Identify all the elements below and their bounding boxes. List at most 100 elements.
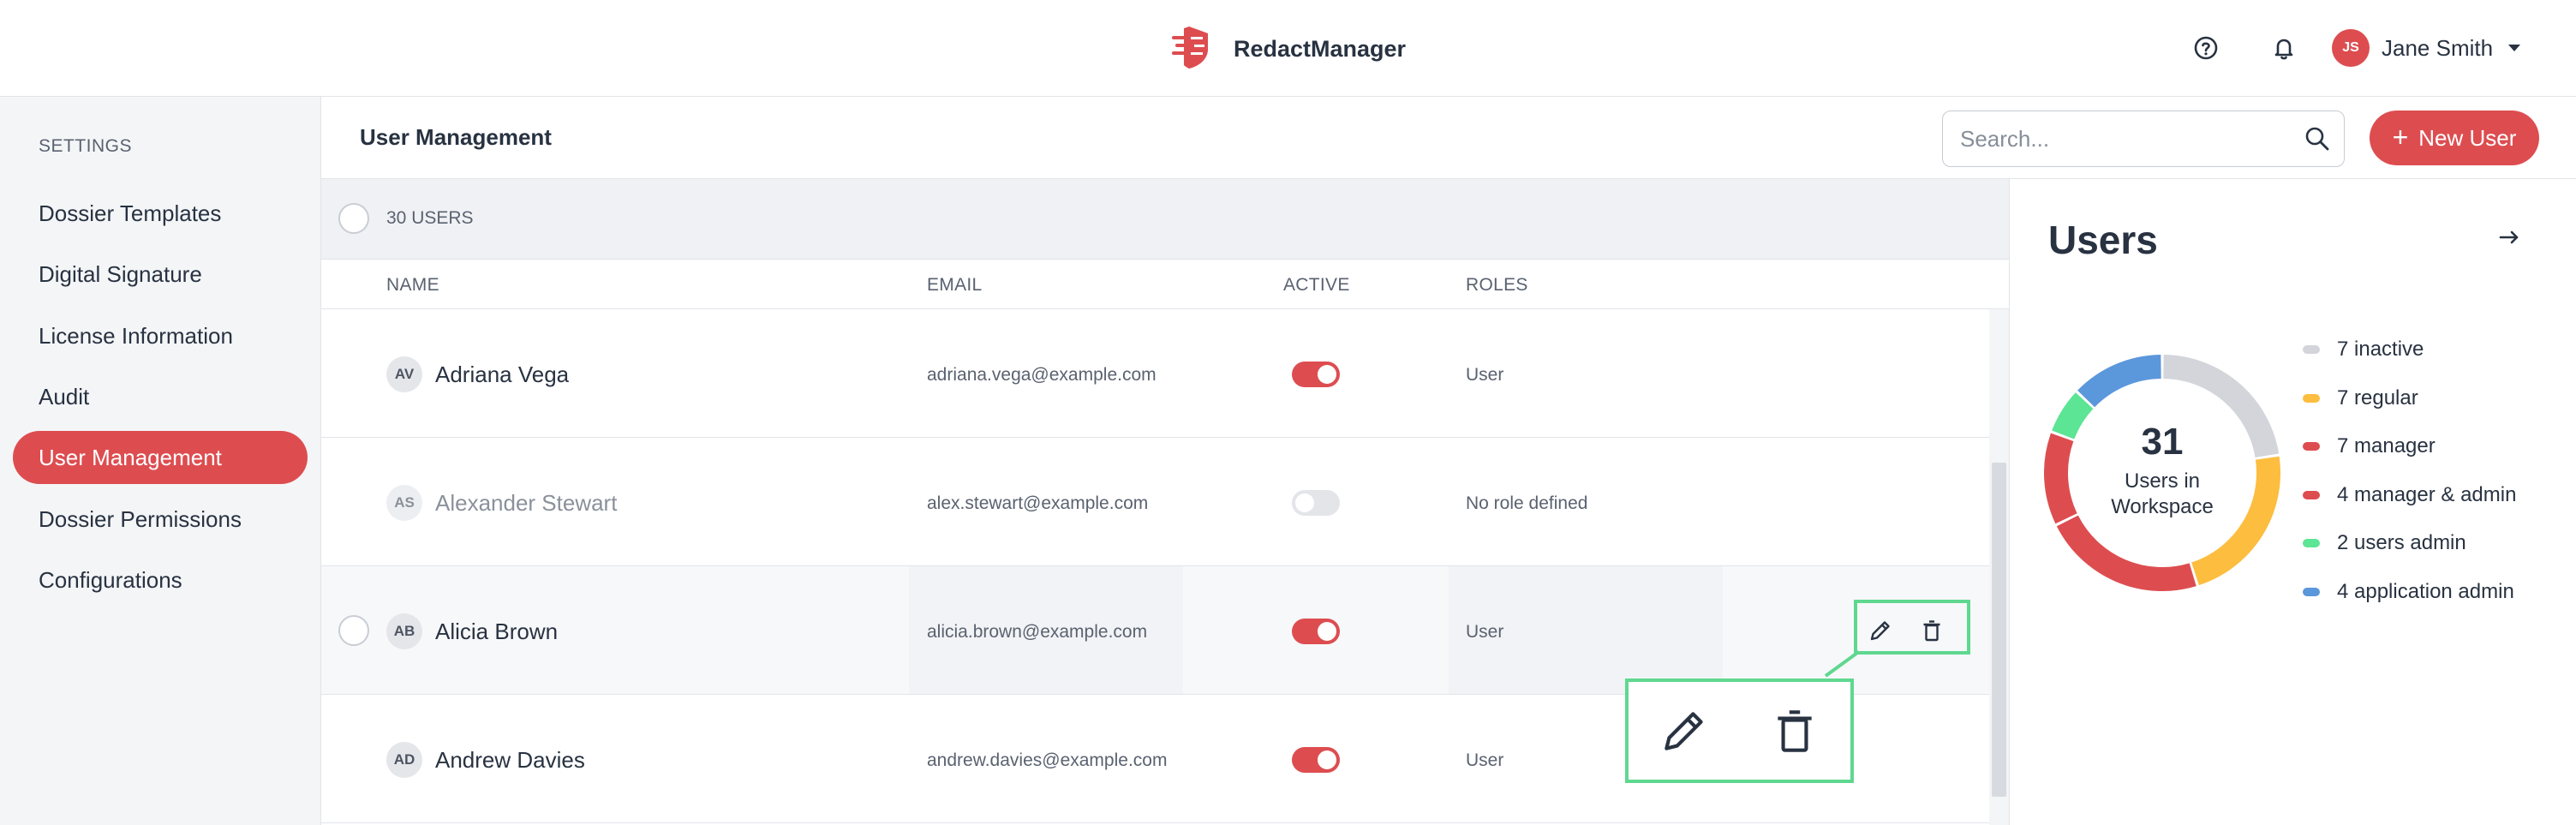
settings-sidebar: SETTINGS Dossier Templates Digital Signa… [0, 97, 321, 825]
user-role: User [1466, 750, 1504, 770]
legend-label: 7 inactive [2337, 338, 2424, 361]
active-toggle[interactable] [1292, 619, 1340, 644]
legend-label: 7 manager [2337, 434, 2436, 457]
highlight-box [1854, 600, 1970, 655]
user-email: alex.stewart@example.com [927, 493, 1149, 513]
column-header-roles[interactable]: ROLES [1466, 275, 1528, 296]
user-name: Alicia Brown [435, 619, 559, 644]
pencil-icon [1629, 682, 1740, 780]
donut-segment-2 [2056, 515, 2196, 591]
page-title: User Management [360, 124, 552, 150]
legend-item[interactable]: 4 manager & admin [2303, 480, 2560, 511]
sidebar-item-dossier-permissions[interactable]: Dossier Permissions [13, 493, 308, 546]
search-input[interactable] [1960, 111, 2294, 166]
search-icon[interactable] [2303, 124, 2332, 153]
active-toggle[interactable] [1292, 747, 1340, 773]
bell-icon[interactable] [2268, 32, 2300, 64]
sidebar-item-user-management[interactable]: User Management [13, 431, 308, 484]
row-checkbox[interactable] [338, 615, 369, 646]
legend-swatch [2303, 345, 2320, 354]
arrow-right-icon[interactable] [2494, 222, 2525, 253]
sidebar-item-configurations[interactable]: Configurations [13, 553, 308, 607]
column-header-active[interactable]: ACTIVE [1283, 275, 1350, 296]
stats-title: Users [2048, 218, 2158, 262]
user-email: alicia.brown@example.com [927, 622, 1148, 642]
select-all-checkbox[interactable] [338, 203, 369, 234]
trash-icon [1740, 682, 1851, 780]
donut-center: 31 Users in Workspace [2044, 421, 2280, 520]
toggle-knob [1318, 365, 1336, 384]
sidebar-item-label: Configurations [39, 566, 182, 593]
help-circle-icon[interactable] [2190, 32, 2222, 64]
active-toggle[interactable] [1292, 490, 1340, 516]
legend-swatch [2303, 393, 2320, 403]
logo-icon [1170, 25, 1218, 74]
sidebar-item-dossier-templates[interactable]: Dossier Templates [13, 187, 308, 240]
avatar: AS [386, 485, 422, 521]
sidebar-item-label: Dossier Templates [39, 200, 222, 226]
table-header: NAME EMAIL ACTIVE ROLES [321, 260, 2009, 309]
legend-label: 2 users admin [2337, 531, 2466, 554]
column-header-name[interactable]: NAME [386, 275, 439, 296]
legend-label: 7 regular [2337, 386, 2418, 410]
user-email: andrew.davies@example.com [927, 750, 1168, 770]
chevron-down-icon [2508, 45, 2521, 51]
user-menu[interactable]: JS Jane Smith [2332, 28, 2521, 68]
zoom-callout [1625, 679, 1854, 783]
plus-icon: + [2392, 121, 2409, 152]
new-user-button[interactable]: + New User [2370, 111, 2539, 165]
search-box[interactable] [1942, 111, 2345, 167]
toggle-knob [1295, 493, 1314, 512]
scrollbar-thumb[interactable] [1992, 463, 2006, 797]
sidebar-heading: SETTINGS [39, 136, 133, 156]
total-users: 31 [2141, 421, 2184, 463]
user-name: Jane Smith [2382, 34, 2494, 61]
column-header-email[interactable]: EMAIL [927, 275, 983, 296]
total-users-label-line2: Workspace [2111, 495, 2214, 518]
toggle-knob [1318, 750, 1336, 769]
user-name: Adriana Vega [435, 362, 570, 387]
legend-item[interactable]: 2 users admin [2303, 528, 2560, 559]
avatar: AD [386, 742, 422, 778]
users-count: 30 USERS [386, 208, 474, 228]
sidebar-item-digital-signature[interactable]: Digital Signature [13, 248, 308, 301]
legend-label: 4 application admin [2337, 579, 2514, 603]
legend-item[interactable]: 7 manager [2303, 431, 2560, 462]
avatar: JS [2332, 29, 2370, 67]
user-role: User [1466, 622, 1504, 642]
sidebar-item-label: Audit [39, 383, 90, 410]
user-name: Andrew Davies [435, 747, 585, 773]
toggle-knob [1318, 622, 1336, 641]
sidebar-item-audit[interactable]: Audit [13, 370, 308, 423]
page-header: User Management + New User [321, 97, 2576, 179]
table-row[interactable]: AB Alicia Brown alicia.brown@example.com… [321, 566, 1989, 695]
top-bar: RedactManager JS Jane Smith [0, 0, 2576, 97]
legend-item[interactable]: 7 inactive [2303, 334, 2560, 365]
user-email: adriana.vega@example.com [927, 365, 1157, 385]
legend-swatch [2303, 587, 2320, 596]
user-role: No role defined [1466, 493, 1588, 513]
user-role: User [1466, 365, 1504, 385]
donut-segment-5 [2077, 355, 2162, 408]
legend-swatch [2303, 442, 2320, 451]
avatar: AV [386, 356, 422, 392]
legend-swatch [2303, 539, 2320, 547]
brand-name: RedactManager [1234, 35, 1407, 62]
brand[interactable]: RedactManager [1170, 22, 1406, 75]
avatar: AB [386, 613, 422, 649]
user-name: Alexander Stewart [435, 490, 618, 516]
legend-item[interactable]: 7 regular [2303, 383, 2560, 414]
table-row[interactable]: AS Alexander Stewart alex.stewart@exampl… [321, 438, 1989, 566]
sidebar-item-label: License Information [39, 322, 233, 349]
sidebar-item-label: User Management [39, 444, 222, 470]
active-toggle[interactable] [1292, 362, 1340, 387]
sidebar-item-license-information[interactable]: License Information [13, 309, 308, 362]
legend-label: 4 manager & admin [2337, 482, 2517, 506]
legend-item[interactable]: 4 application admin [2303, 577, 2560, 607]
sidebar-item-label: Dossier Permissions [39, 505, 242, 532]
table-row[interactable]: AV Adriana Vega adriana.vega@example.com… [321, 309, 1989, 438]
table-toolbar: 30 USERS [321, 179, 2009, 260]
sidebar-item-label: Digital Signature [39, 260, 202, 287]
new-user-label: New User [2418, 124, 2517, 151]
legend-swatch [2303, 490, 2320, 499]
